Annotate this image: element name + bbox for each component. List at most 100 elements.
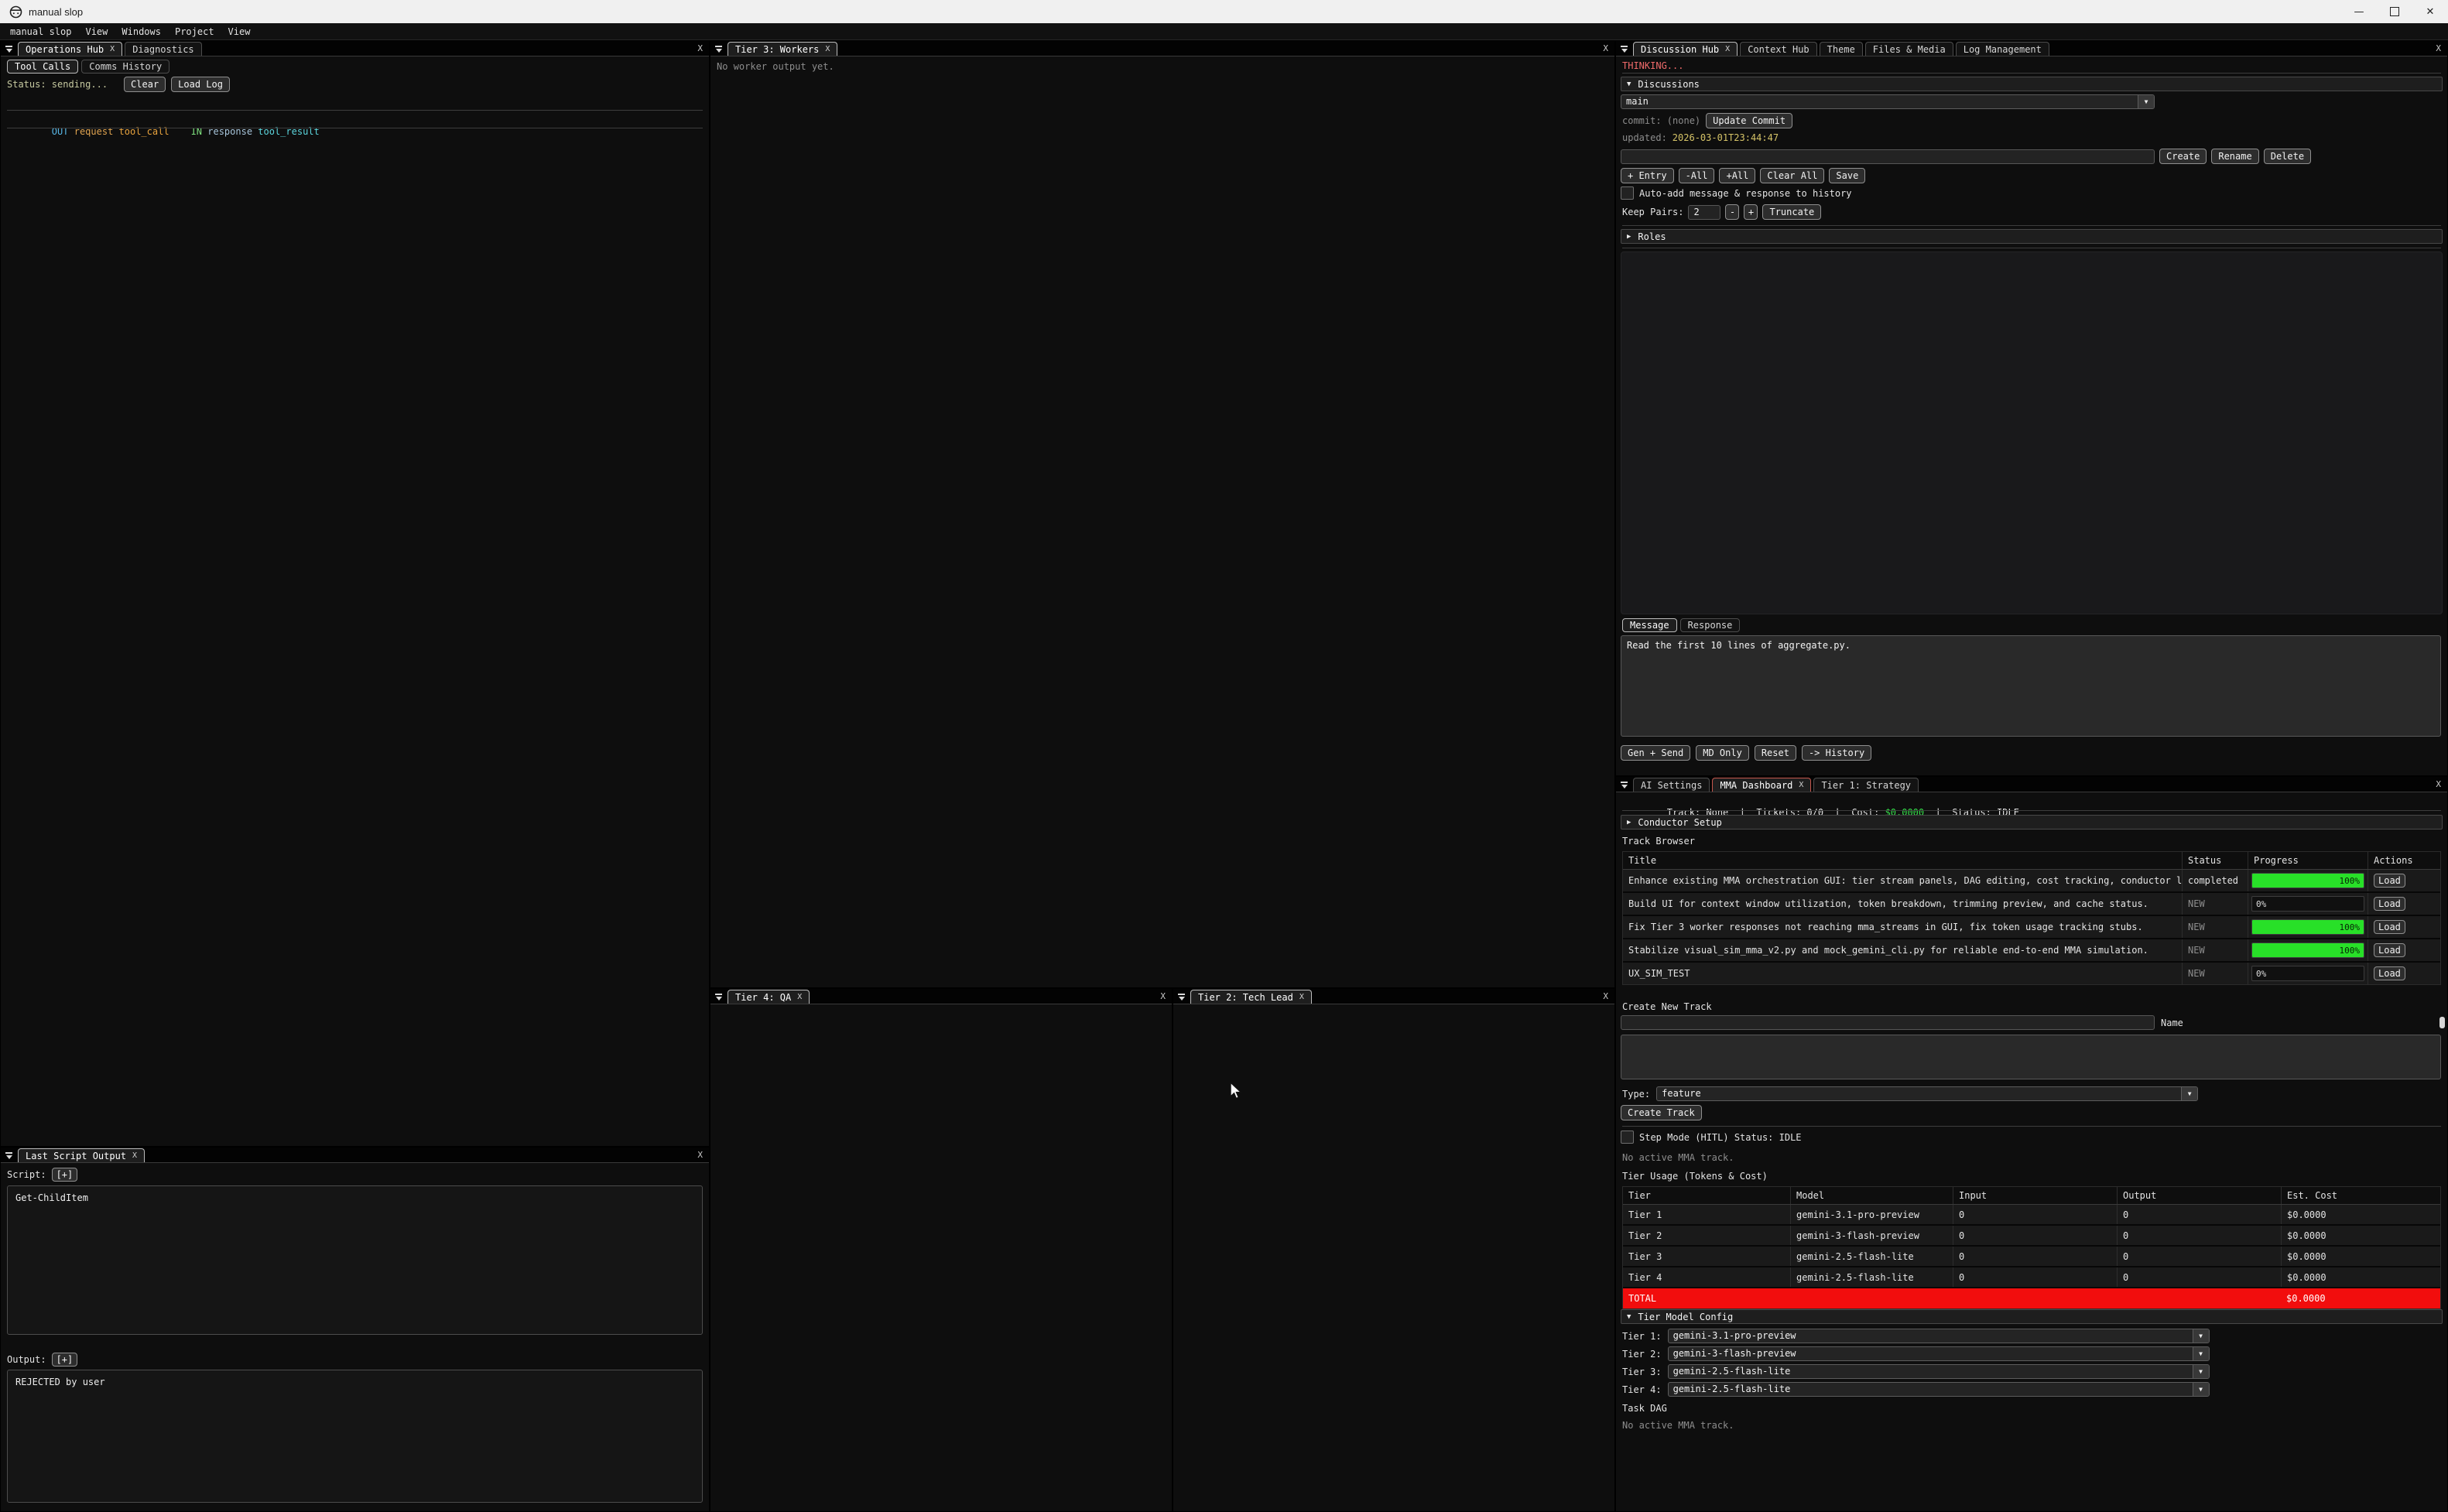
tab-close-icon[interactable]: X: [797, 993, 802, 1001]
menu-view-2[interactable]: View: [221, 26, 258, 37]
reset-button[interactable]: Reset: [1755, 745, 1796, 761]
tab-response[interactable]: Response: [1680, 618, 1741, 632]
minimize-button[interactable]: —: [2341, 0, 2377, 23]
window-menu-icon[interactable]: [1621, 782, 1628, 788]
tab-last-script-output[interactable]: Last Script Output X: [18, 1148, 145, 1162]
tab-mma-dashboard[interactable]: MMA Dashboard X: [1712, 778, 1811, 792]
window-menu-icon[interactable]: [715, 46, 722, 53]
dock-close-icon[interactable]: X: [1603, 991, 1608, 1001]
keep-pairs-input[interactable]: 2: [1688, 205, 1720, 220]
output-expand-button[interactable]: [+]: [52, 1353, 78, 1367]
subtab-tool-calls[interactable]: Tool Calls: [7, 60, 78, 74]
dock-close-icon[interactable]: X: [697, 43, 703, 53]
tier2-model-select[interactable]: gemini-3-flash-preview▼: [1668, 1346, 2210, 1361]
tab-close-icon[interactable]: X: [1799, 781, 1803, 789]
menu-windows[interactable]: Windows: [115, 26, 168, 37]
table-row: Tier 4 gemini-2.5-flash-lite 0 0 $0.0000: [1623, 1267, 2440, 1288]
roles-header[interactable]: ▶ Roles: [1621, 229, 2443, 244]
usage-model: gemini-3-flash-preview: [1790, 1226, 1953, 1245]
load-track-button[interactable]: Load: [2374, 897, 2405, 911]
window-menu-icon[interactable]: [5, 46, 12, 53]
discussions-header[interactable]: ▼ Discussions: [1621, 77, 2443, 91]
dock-close-icon[interactable]: X: [1603, 43, 1608, 53]
tab-close-icon[interactable]: X: [110, 45, 115, 53]
tab-close-icon[interactable]: X: [1299, 993, 1304, 1001]
gen-send-button[interactable]: Gen + Send: [1621, 745, 1690, 761]
subtab-comms-history[interactable]: Comms History: [81, 60, 169, 74]
tab-files-media[interactable]: Files & Media: [1865, 42, 1953, 56]
tab-close-icon[interactable]: X: [1725, 45, 1730, 53]
tab-discussion-hub[interactable]: Discussion Hub X: [1633, 42, 1738, 56]
conductor-setup-header[interactable]: ▶ Conductor Setup: [1621, 815, 2443, 830]
dock-close-icon[interactable]: X: [1160, 991, 1166, 1001]
output-box[interactable]: REJECTED by user: [7, 1370, 703, 1503]
tab-tier3-workers[interactable]: Tier 3: Workers X: [728, 42, 837, 56]
updated-timestamp: 2026-03-01T23:44:47: [1673, 132, 1779, 143]
tab-log-management[interactable]: Log Management: [1956, 42, 2049, 56]
create-discussion-button[interactable]: Create: [2159, 149, 2207, 164]
delete-discussion-button[interactable]: Delete: [2264, 149, 2311, 164]
update-commit-button[interactable]: Update Commit: [1706, 113, 1792, 128]
tier-model-config-header[interactable]: ▼ Tier Model Config: [1621, 1309, 2443, 1324]
load-track-button[interactable]: Load: [2374, 920, 2405, 934]
tier1-label: Tier 1:: [1622, 1331, 1662, 1342]
tab-diagnostics[interactable]: Diagnostics: [125, 42, 201, 56]
menu-project[interactable]: Project: [168, 26, 221, 37]
track-type-select[interactable]: feature ▼: [1656, 1086, 2198, 1101]
discussion-name-input[interactable]: [1621, 149, 2155, 164]
track-name-input[interactable]: [1621, 1015, 2155, 1030]
step-mode-checkbox[interactable]: [1621, 1131, 1634, 1144]
collapse-all-button[interactable]: -All: [1679, 168, 1715, 183]
md-only-button[interactable]: MD Only: [1696, 745, 1749, 761]
tier1-model-select[interactable]: gemini-3.1-pro-preview▼: [1668, 1329, 2210, 1343]
maximize-button[interactable]: [2377, 0, 2412, 23]
tier4-model-select[interactable]: gemini-2.5-flash-lite▼: [1668, 1382, 2210, 1397]
tab-message[interactable]: Message: [1622, 618, 1677, 632]
script-box[interactable]: Get-ChildItem: [7, 1185, 703, 1335]
keep-pairs-plus-button[interactable]: +: [1744, 204, 1758, 220]
tab-tier2-tech-lead[interactable]: Tier 2: Tech Lead X: [1190, 990, 1312, 1004]
save-button[interactable]: Save: [1829, 168, 1865, 183]
dock-close-icon[interactable]: X: [2436, 43, 2441, 53]
keep-pairs-minus-button[interactable]: -: [1725, 204, 1739, 220]
window-menu-icon[interactable]: [1621, 46, 1628, 53]
load-track-button[interactable]: Load: [2374, 966, 2405, 980]
dock-close-icon[interactable]: X: [2436, 779, 2441, 789]
tab-operations-hub[interactable]: Operations Hub X: [18, 42, 122, 56]
clear-all-button[interactable]: Clear All: [1760, 168, 1824, 183]
tab-theme[interactable]: Theme: [1820, 42, 1863, 56]
truncate-button[interactable]: Truncate: [1762, 204, 1821, 220]
tier4-tabbar: Tier 4: QA X X: [710, 989, 1172, 1004]
add-entry-button[interactable]: + Entry: [1621, 168, 1674, 183]
discussion-select[interactable]: main ▼: [1621, 94, 2155, 109]
window-menu-icon[interactable]: [715, 994, 722, 1001]
tab-tier1-strategy[interactable]: Tier 1: Strategy: [1813, 778, 1919, 792]
tab-tier4-qa[interactable]: Tier 4: QA X: [728, 990, 810, 1004]
tab-close-icon[interactable]: X: [132, 1151, 137, 1160]
dock-close-icon[interactable]: X: [697, 1150, 703, 1160]
close-button[interactable]: ✕: [2412, 0, 2448, 23]
script-expand-button[interactable]: [+]: [52, 1168, 78, 1182]
to-history-button[interactable]: -> History: [1802, 745, 1871, 761]
expand-all-button[interactable]: +All: [1719, 168, 1755, 183]
autoadd-checkbox[interactable]: [1621, 186, 1634, 200]
load-log-button[interactable]: Load Log: [171, 77, 230, 92]
tab-close-icon[interactable]: X: [825, 45, 830, 53]
scrollbar-thumb[interactable]: [2439, 1017, 2445, 1028]
load-track-button[interactable]: Load: [2374, 874, 2405, 888]
track-description-textarea[interactable]: [1621, 1035, 2441, 1079]
message-textarea[interactable]: Read the first 10 lines of aggregate.py.: [1621, 635, 2441, 737]
menu-manual-slop[interactable]: manual slop: [3, 26, 78, 37]
tab-context-hub[interactable]: Context Hub: [1740, 42, 1816, 56]
load-track-button[interactable]: Load: [2374, 943, 2405, 957]
window-menu-icon[interactable]: [5, 1152, 12, 1159]
tier3-model-select[interactable]: gemini-2.5-flash-lite▼: [1668, 1364, 2210, 1379]
titlebar: manual slop — ✕: [0, 0, 2448, 23]
clear-button[interactable]: Clear: [124, 77, 166, 92]
rename-discussion-button[interactable]: Rename: [2211, 149, 2258, 164]
header-label: Roles: [1638, 231, 1666, 242]
menu-view[interactable]: View: [78, 26, 115, 37]
create-track-button[interactable]: Create Track: [1621, 1105, 1702, 1120]
tab-ai-settings[interactable]: AI Settings: [1633, 778, 1710, 792]
window-menu-icon[interactable]: [1178, 994, 1185, 1001]
